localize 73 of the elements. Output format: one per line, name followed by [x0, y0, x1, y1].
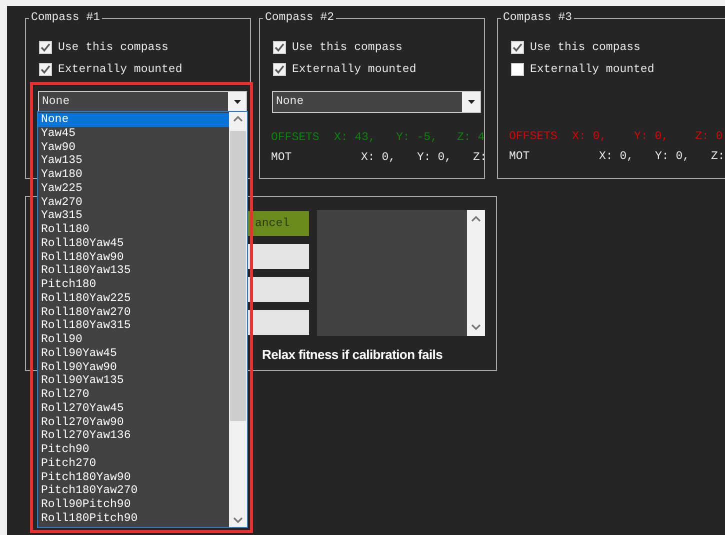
offsets-label: OFFSETS [271, 130, 320, 144]
dropdown-option[interactable]: Roll270Yaw45 [38, 402, 229, 416]
dropdown-option[interactable]: Roll180Yaw315 [38, 319, 229, 333]
dropdown-option[interactable]: Roll270Yaw136 [38, 429, 229, 443]
group-title: Compass #1 [29, 11, 102, 25]
offset-x: X: 43, [334, 130, 376, 144]
checkbox[interactable] [39, 40, 52, 54]
dropdown-option[interactable]: Roll180Yaw135 [38, 264, 229, 278]
dropdown-option[interactable]: Pitch90 [38, 443, 229, 457]
dropdown-option[interactable]: Roll180Yaw45 [38, 236, 229, 250]
mot-x: X: 0, [361, 150, 397, 164]
orientation-dropdown[interactable]: None [38, 91, 247, 113]
dropdown-option[interactable]: None [38, 113, 229, 127]
dropdown-arrow-icon [468, 100, 474, 104]
dropdown-option[interactable]: Roll180Pitch90 [38, 512, 229, 526]
mot-z: Z: [711, 150, 725, 162]
mot-label: MOT [509, 150, 531, 162]
scroll-up-icon[interactable] [471, 216, 481, 222]
checkbox[interactable] [273, 62, 286, 76]
dropdown-option[interactable]: Roll90Yaw45 [38, 346, 229, 360]
mot-y: Y: 0, [655, 150, 691, 162]
dropdown-option[interactable]: Pitch180Yaw90 [38, 470, 229, 484]
mot-z: Z: [473, 150, 484, 164]
dropdown-option[interactable]: Yaw45 [38, 126, 229, 140]
mot-x: X: 0, [599, 150, 635, 162]
checkbox[interactable] [39, 62, 52, 76]
checkbox-label: Use this compass [58, 40, 168, 54]
log-text-area[interactable] [317, 210, 485, 336]
checkbox-label: Use this compass [530, 40, 640, 54]
dropdown-option[interactable]: Yaw225 [38, 182, 229, 196]
checkbox[interactable] [273, 40, 286, 54]
offset-y: Y: -5, [396, 130, 438, 144]
mot-y: Y: 0, [417, 150, 453, 164]
dropdown-option[interactable]: Pitch270 [38, 456, 229, 470]
offset-z: Z: 0 [695, 130, 723, 142]
mot-label: MOT [271, 150, 293, 164]
dropdown-option[interactable]: Yaw180 [38, 168, 229, 182]
dropdown-option[interactable]: Roll90Pitch90 [38, 498, 229, 512]
dropdown-option[interactable]: Roll180 [38, 223, 229, 237]
scrollbar[interactable] [229, 112, 247, 527]
checkbox[interactable] [511, 40, 524, 54]
scroll-down-icon[interactable] [233, 517, 243, 523]
checkbox-label: Externally mounted [292, 62, 416, 76]
dropdown-option[interactable]: Roll90 [38, 333, 229, 347]
dropdown-option[interactable]: Roll180Yaw90 [38, 250, 229, 264]
scroll-up-icon[interactable] [233, 116, 243, 122]
checkbox-label: Use this compass [292, 40, 402, 54]
offset-y: Y: 0, [634, 130, 670, 142]
scrollbar[interactable] [467, 210, 485, 336]
dropdown-option[interactable]: Yaw135 [38, 154, 229, 168]
checkbox[interactable] [511, 62, 524, 76]
orientation-dropdown[interactable]: None [272, 91, 481, 113]
checkbox-label: Externally mounted [530, 62, 654, 76]
dropdown-option[interactable]: Roll270Yaw90 [38, 416, 229, 430]
group-title: Compass #3 [501, 11, 574, 25]
relax-fitness-label: Relax fitness if calibration fails [262, 347, 443, 362]
checkbox-label: Externally mounted [58, 62, 182, 76]
dropdown-option[interactable]: Roll180Yaw225 [38, 292, 229, 306]
scroll-down-icon[interactable] [471, 324, 481, 330]
offset-x: X: 0, [572, 130, 608, 142]
group-title: Compass #2 [263, 11, 336, 25]
dropdown-option[interactable]: Roll90Yaw90 [38, 360, 229, 374]
dropdown-option[interactable]: Pitch180 [38, 278, 229, 292]
offsets-label: OFFSETS [509, 130, 558, 142]
offset-z: Z: 4 [457, 130, 484, 144]
dropdown-option[interactable]: Roll90Yaw135 [38, 374, 229, 388]
dropdown-option[interactable]: Roll180Yaw270 [38, 306, 229, 320]
dropdown-arrow-icon [234, 100, 240, 104]
dropdown-option[interactable]: Pitch180Yaw270 [38, 484, 229, 498]
dropdown-option[interactable]: Yaw90 [38, 140, 229, 154]
dropdown-option[interactable]: Yaw270 [38, 196, 229, 210]
dropdown-option[interactable]: Yaw315 [38, 209, 229, 223]
dropdown-option[interactable]: Roll270 [38, 388, 229, 402]
